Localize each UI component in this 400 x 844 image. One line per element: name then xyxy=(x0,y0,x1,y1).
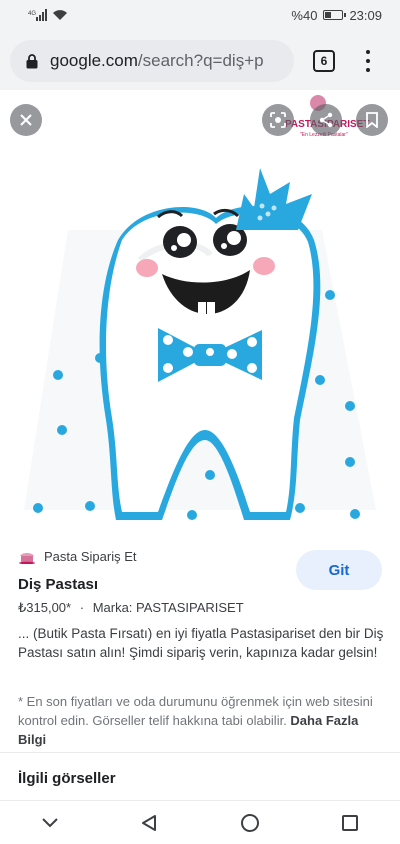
share-icon xyxy=(319,112,333,128)
disclaimer-note: * En son fiyatları ve oda durumunu öğren… xyxy=(18,692,388,749)
url-text: google.com/search?q=diş+p xyxy=(50,51,264,71)
battery-fill xyxy=(325,12,332,18)
lens-icon xyxy=(270,112,286,128)
close-button[interactable] xyxy=(10,104,42,136)
close-icon xyxy=(20,114,32,126)
clock: 23:09 xyxy=(349,7,382,23)
result-title[interactable]: Diş Pastası xyxy=(18,576,98,593)
wifi-icon xyxy=(53,10,67,20)
lens-button[interactable] xyxy=(262,104,294,136)
share-button[interactable] xyxy=(310,104,342,136)
url-domain: google.com xyxy=(50,51,138,70)
brand: Marka: PASTASIPARISET xyxy=(92,600,244,615)
result-image[interactable]: PASTASIPARISET "En Lezzetli Pastalar" xyxy=(0,90,400,530)
system-nav-bar xyxy=(0,800,400,844)
recents-icon[interactable] xyxy=(341,814,359,832)
url-path: /search?q=diş+p xyxy=(137,51,264,70)
battery-icon xyxy=(323,10,347,20)
address-bar[interactable]: google.com/search?q=diş+p xyxy=(10,40,294,82)
back-icon[interactable] xyxy=(140,814,158,832)
bookmark-icon xyxy=(366,112,378,128)
browser-toolbar: google.com/search?q=diş+p 6 xyxy=(0,30,400,90)
tab-switcher-button[interactable]: 6 xyxy=(313,50,335,72)
battery-percent: %40 xyxy=(291,7,318,23)
price: ₺315,00* xyxy=(18,600,72,615)
lock-icon xyxy=(26,53,38,68)
chevron-down-icon[interactable] xyxy=(41,817,59,829)
divider xyxy=(0,752,400,753)
svg-text:4G: 4G xyxy=(28,11,36,17)
signal-icon: 4G xyxy=(28,9,47,21)
status-bar: 4G %40 23:09 xyxy=(0,0,400,30)
status-icons: 4G xyxy=(28,9,68,21)
tooth-cake-image: PASTASIPARISET "En Lezzetli Pastalar" xyxy=(24,95,376,520)
cake-logo-icon xyxy=(19,553,35,564)
save-bookmark-button[interactable] xyxy=(356,104,388,136)
result-description: ... (Butik Pasta Fırsatı) en iyi fiyatla… xyxy=(18,626,384,660)
browser-menu-button[interactable] xyxy=(360,48,376,74)
home-icon[interactable] xyxy=(240,813,260,833)
meta-separator: · xyxy=(79,600,85,615)
source-name: Pasta Sipariş Et xyxy=(44,548,137,564)
visit-button[interactable]: Git xyxy=(296,550,382,590)
price-brand-row: ₺315,00* · Marka: PASTASIPARISET xyxy=(18,600,244,616)
related-images-heading: İlgili görseller xyxy=(18,770,116,787)
source-row[interactable]: Pasta Sipariş Et xyxy=(18,548,137,564)
